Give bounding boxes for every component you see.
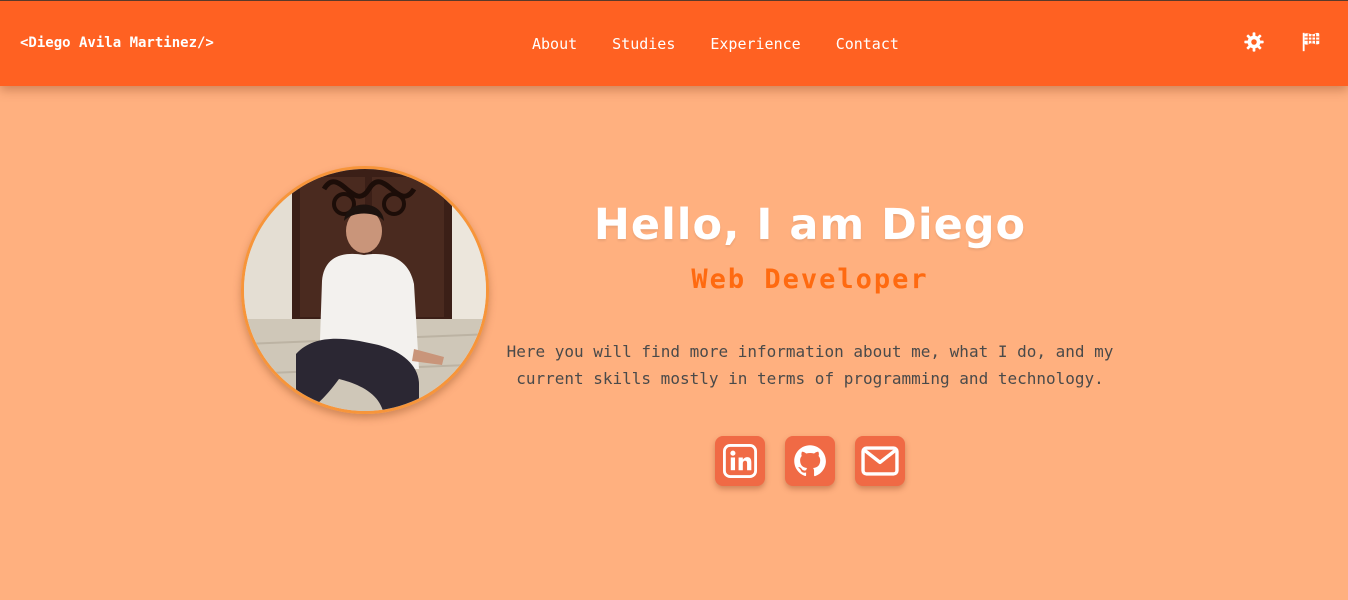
hero-description: Here you will find more information abou… bbox=[506, 342, 1114, 388]
nav-link-experience[interactable]: Experience bbox=[710, 35, 800, 53]
language-flag-icon[interactable] bbox=[1300, 31, 1322, 53]
nav-link-studies[interactable]: Studies bbox=[612, 35, 675, 53]
brand-logo[interactable]: <Diego Avila Martinez/> bbox=[20, 35, 214, 51]
hero-subtitle: Web Developer bbox=[691, 264, 929, 295]
nav-links: About Studies Experience Contact bbox=[532, 35, 899, 53]
linkedin-icon bbox=[723, 444, 757, 478]
hero-title: Hello, I am Diego bbox=[593, 200, 1027, 250]
social-links bbox=[715, 436, 905, 486]
profile-photo bbox=[241, 166, 489, 414]
nav-link-contact[interactable]: Contact bbox=[836, 35, 899, 53]
email-icon bbox=[861, 446, 899, 476]
nav-link-about[interactable]: About bbox=[532, 35, 577, 53]
github-icon bbox=[794, 445, 826, 477]
email-button[interactable] bbox=[855, 436, 905, 486]
settings-gear-icon[interactable] bbox=[1243, 31, 1265, 53]
github-button[interactable] bbox=[785, 436, 835, 486]
linkedin-button[interactable] bbox=[715, 436, 765, 486]
navbar: <Diego Avila Martinez/> About Studies Ex… bbox=[0, 0, 1348, 86]
